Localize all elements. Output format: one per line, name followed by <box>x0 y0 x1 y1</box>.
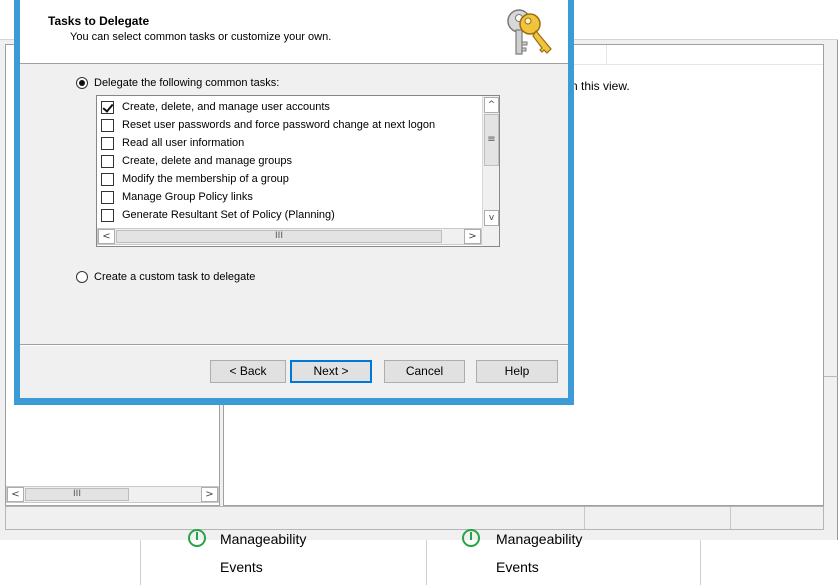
task-item[interactable]: Create, delete and manage groups <box>101 152 481 170</box>
scroll-thumb[interactable]: ≡ <box>484 114 499 166</box>
help-button[interactable]: Help <box>476 360 558 383</box>
task-label[interactable]: Read all user information <box>122 137 244 149</box>
scroll-up-arrow[interactable]: ^ <box>484 97 499 113</box>
tile-border <box>140 540 141 585</box>
task-label[interactable]: Reset user passwords and force password … <box>122 119 435 131</box>
scroll-thumb[interactable]: III <box>116 230 442 243</box>
status-ok-icon <box>188 529 206 547</box>
task-item[interactable]: Generate Resultant Set of Policy (Planni… <box>101 206 481 224</box>
keys-icon <box>507 9 552 55</box>
next-button[interactable]: Next > <box>290 360 372 383</box>
scrollbar-corner <box>482 228 499 246</box>
back-button[interactable]: < Back <box>210 360 286 383</box>
delegate-common-tasks-label[interactable]: Delegate the following common tasks: <box>94 77 279 89</box>
task-list-horizontal-scrollbar[interactable]: < III > <box>97 228 482 245</box>
scroll-left-arrow[interactable]: < <box>7 487 24 502</box>
task-item[interactable]: Read all user information <box>101 134 481 152</box>
delegation-wizard-dialog: Tasks to Delegate You can select common … <box>14 0 574 405</box>
button-separator-highlight <box>20 345 568 346</box>
tile-heading[interactable]: Manageability <box>220 531 306 547</box>
scroll-right-arrow[interactable]: > <box>464 229 481 244</box>
tile-events-link[interactable]: Events <box>220 559 263 575</box>
task-item[interactable]: Reset user passwords and force password … <box>101 116 481 134</box>
tile-events-link[interactable]: Events <box>496 559 539 575</box>
scroll-right-arrow[interactable]: > <box>201 487 218 502</box>
tree-horizontal-scrollbar[interactable]: < III > <box>6 486 219 503</box>
wizard-header: Tasks to Delegate You can select common … <box>20 0 568 64</box>
task-label[interactable]: Create, delete and manage groups <box>122 155 292 167</box>
page-subtitle: You can select common tasks or customize… <box>70 31 332 43</box>
delegate-common-tasks-radio[interactable] <box>76 77 88 89</box>
tile-heading[interactable]: Manageability <box>496 531 582 547</box>
dialog-body: Tasks to Delegate You can select common … <box>20 0 568 398</box>
task-label[interactable]: Create, delete, and manage user accounts <box>122 101 330 113</box>
task-list-vertical-scrollbar[interactable]: ^ ≡ v <box>482 96 499 228</box>
task-item[interactable]: Manage Group Policy links <box>101 188 481 206</box>
empty-view-message: n this view. <box>571 79 630 93</box>
task-checkbox[interactable] <box>101 209 114 222</box>
task-checkbox[interactable] <box>101 173 114 186</box>
task-label[interactable]: Generate Resultant Set of Policy (Planni… <box>122 209 335 221</box>
scroll-thumb[interactable]: III <box>25 488 129 501</box>
server-manager-tiles: Manageability Events Manageability Event… <box>0 529 838 585</box>
task-label[interactable]: Manage Group Policy links <box>122 191 253 203</box>
task-item[interactable]: Modify the membership of a group <box>101 170 481 188</box>
status-ok-icon <box>462 529 480 547</box>
tile-border <box>426 540 427 585</box>
cancel-button[interactable]: Cancel <box>384 360 465 383</box>
status-bar <box>5 506 824 530</box>
task-checkbox[interactable] <box>101 155 114 168</box>
pane-divider <box>824 376 838 377</box>
task-checkbox[interactable] <box>101 191 114 204</box>
custom-task-label[interactable]: Create a custom task to delegate <box>94 271 255 283</box>
task-item[interactable]: Create, delete, and manage user accounts <box>101 98 481 116</box>
page-title: Tasks to Delegate <box>48 14 150 28</box>
scroll-left-arrow[interactable]: < <box>98 229 115 244</box>
task-checkbox[interactable] <box>101 137 114 150</box>
task-label[interactable]: Modify the membership of a group <box>122 173 289 185</box>
common-tasks-list[interactable]: Create, delete, and manage user accounts… <box>96 95 500 247</box>
task-checkbox[interactable] <box>101 101 114 114</box>
scroll-down-arrow[interactable]: v <box>484 210 499 226</box>
task-checkbox[interactable] <box>101 119 114 132</box>
custom-task-radio[interactable] <box>76 271 88 283</box>
tile-border <box>700 540 701 585</box>
